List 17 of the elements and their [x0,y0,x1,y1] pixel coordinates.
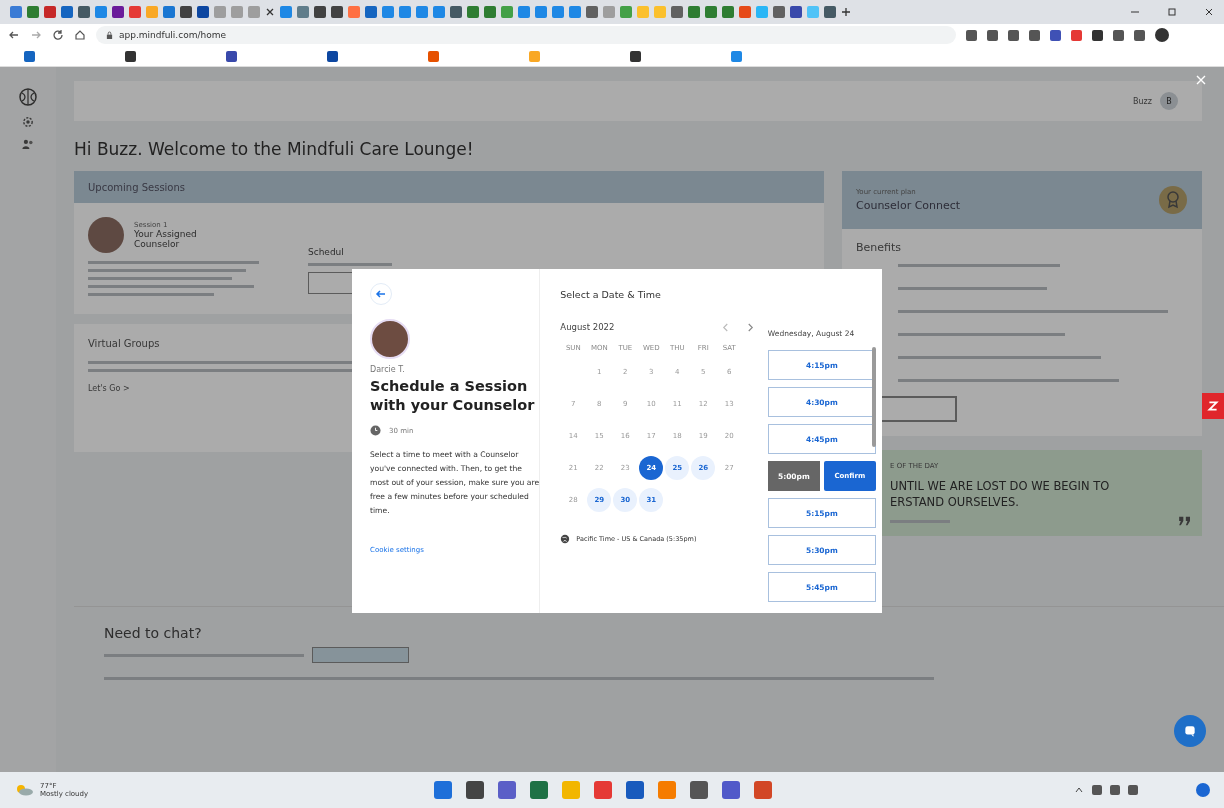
calendar-heading: Select a Date & Time [560,289,662,300]
plan-name: Counselor Connect [856,199,961,212]
dialog-title: Schedule a Session with your Counselor [370,377,536,415]
card-title: Upcoming Sessions [88,181,186,193]
schedule-label: Schedul [308,247,345,257]
month-label: August 2022 [560,322,615,332]
address-bar[interactable]: app.mindfuli.com/home [96,26,956,44]
card-title: Virtual Groups [88,338,160,349]
user-avatar[interactable]: B [1160,92,1178,110]
chat-heading: Need to chat? [104,625,203,641]
counselor-title: Your Assigned Counselor [134,229,198,249]
user-name: Buzz [1133,96,1152,106]
lets-go-link[interactable]: Let's Go > [88,384,130,393]
welcome-heading: Hi Buzz. Welcome to the Mindfuli Care Lounge! [74,139,475,159]
benefits-heading: Benefits [856,241,903,254]
counselor-name: Darcie T. [370,365,406,374]
quote-text: UNTIL WE ARE LOST DO WE BEGIN TO ERSTAND OURSELVES. [890,478,1111,510]
